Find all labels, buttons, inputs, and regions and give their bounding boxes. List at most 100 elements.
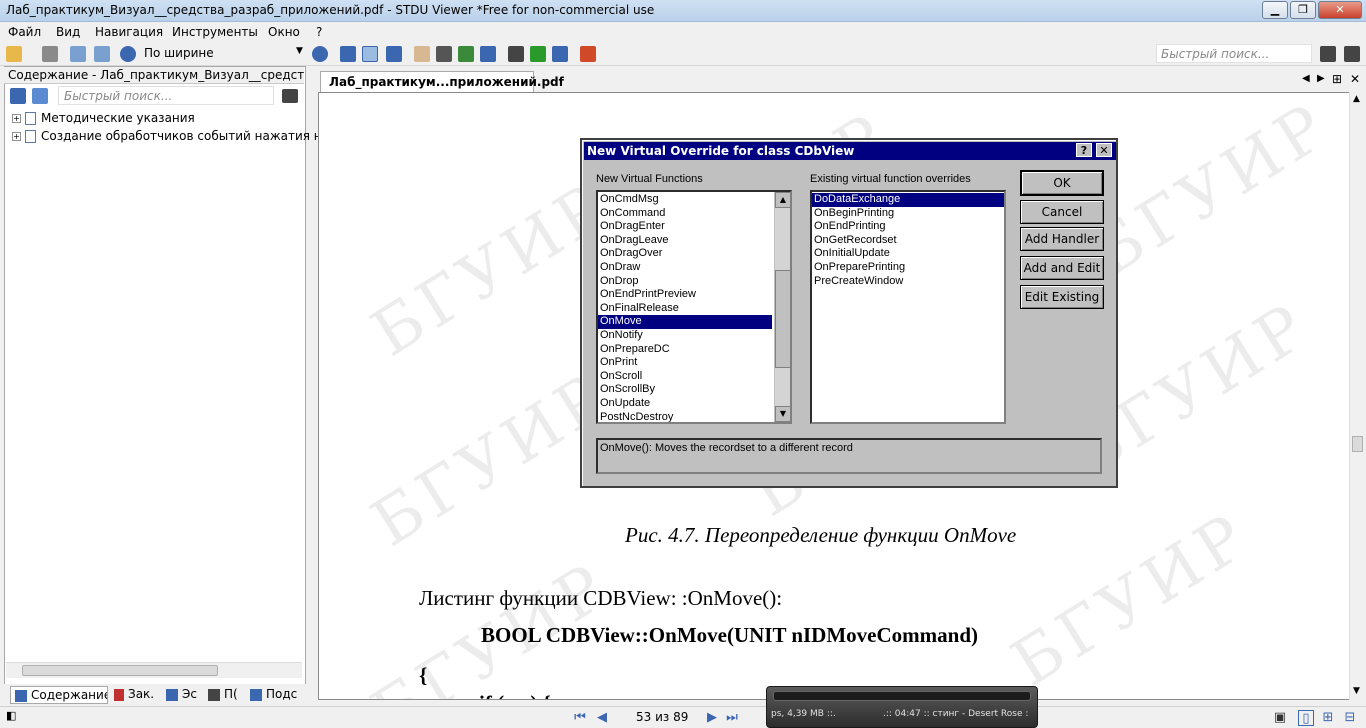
panel-toggle-icon[interactable]: ◧ — [6, 709, 16, 722]
scroll-down-icon[interactable]: ▼ — [1353, 686, 1360, 696]
player-seek-bar[interactable] — [773, 691, 1031, 701]
magnifier-icon[interactable] — [480, 46, 496, 62]
existing-overrides-list[interactable]: DoDataExchange OnBeginPrinting OnEndPrinti… — [810, 190, 1006, 424]
page-layout-icon[interactable] — [94, 46, 110, 62]
bookmark-pen-icon[interactable] — [580, 46, 596, 62]
zoom-select[interactable]: По ширине ▼ — [138, 45, 308, 63]
list-item[interactable]: OnEndPrintPreview — [598, 288, 772, 302]
list-item[interactable]: OnCmdMsg — [598, 193, 772, 207]
tab-thumbnails[interactable]: Эс — [164, 686, 202, 704]
swap-arrows-icon[interactable] — [530, 46, 546, 62]
plus-icon[interactable]: + — [12, 132, 21, 141]
tree-item[interactable]: + Создание обработчиков событий нажатия н… — [12, 129, 329, 143]
binoculars-icon[interactable] — [508, 46, 524, 62]
grid-page-icon[interactable]: ⊟ — [1342, 710, 1358, 726]
list-item[interactable]: PreCreateWindow — [812, 275, 1004, 289]
minimize-button[interactable]: ▁ — [1262, 1, 1288, 19]
tree-item[interactable]: + Методические указания — [12, 111, 195, 125]
menu-tools[interactable]: Инструменты — [172, 25, 258, 39]
list-item[interactable]: OnDragEnter — [598, 220, 772, 234]
sidebar-search-input[interactable]: Быстрый поиск... — [58, 86, 274, 105]
list-item[interactable]: OnDraw — [598, 261, 772, 275]
tab-contents[interactable]: Содержание — [10, 686, 108, 704]
tab-list-icon[interactable]: ⊞ — [1332, 72, 1342, 86]
fit-height-icon[interactable] — [386, 46, 402, 62]
close-button[interactable]: ✕ — [1318, 1, 1362, 19]
maximize-button[interactable]: ❐ — [1290, 1, 1316, 19]
add-and-edit-button[interactable]: Add and Edit — [1020, 256, 1104, 280]
list-item[interactable]: OnPrepareDC — [598, 343, 772, 357]
help-button[interactable]: ? — [1076, 143, 1092, 157]
fit-page-icon[interactable] — [340, 46, 356, 62]
list-item[interactable]: OnFinalRelease — [598, 302, 772, 316]
tab-bookmarks[interactable]: Зак. — [112, 686, 158, 704]
search-binoculars-icon[interactable] — [1320, 46, 1336, 62]
scroll-up-icon[interactable]: ▲ — [775, 192, 790, 208]
list-item[interactable]: OnPreparePrinting — [812, 261, 1004, 275]
scroll-thumb[interactable] — [22, 665, 218, 676]
menu-navigation[interactable]: Навигация — [95, 25, 163, 39]
scroll-thumb[interactable] — [1352, 436, 1363, 452]
scroll-thumb[interactable] — [775, 270, 790, 368]
list-item[interactable]: OnUpdate — [598, 397, 772, 411]
menu-help[interactable]: ? — [316, 25, 322, 39]
list-item[interactable]: OnBeginPrinting — [812, 207, 1004, 221]
list-item[interactable]: OnScrollBy — [598, 383, 772, 397]
list-item[interactable]: OnCommand — [598, 207, 772, 221]
list-item[interactable]: OnNotify — [598, 329, 772, 343]
first-page-button[interactable]: ⏮ — [572, 710, 588, 726]
list-item[interactable]: OnDragOver — [598, 247, 772, 261]
tab-document[interactable]: Лаб_практикум...приложений.pdf — [320, 71, 564, 92]
search-next-icon[interactable] — [1344, 46, 1360, 62]
open-folder-icon[interactable] — [6, 46, 22, 62]
tab-close-icon[interactable]: ✕ — [1350, 72, 1360, 86]
single-page-icon[interactable]: ▯ — [1298, 710, 1314, 726]
tree-sync-icon[interactable] — [32, 88, 48, 104]
next-page-button[interactable]: ▶ — [704, 710, 720, 726]
zoom-in-icon[interactable] — [312, 46, 328, 62]
zoom-out-icon[interactable] — [120, 46, 136, 62]
vertical-scrollbar[interactable]: ▲ ▼ — [1349, 92, 1364, 700]
ok-button[interactable]: OK — [1020, 170, 1104, 196]
quick-search-input[interactable]: Быстрый поиск... — [1156, 44, 1312, 63]
menu-view[interactable]: Вид — [56, 25, 80, 39]
list-item[interactable]: OnInitialUpdate — [812, 247, 1004, 261]
image-select-icon[interactable] — [458, 46, 474, 62]
hand-tool-icon[interactable] — [414, 46, 430, 62]
text-select-icon[interactable] — [436, 46, 452, 62]
page-indicator[interactable]: 53 из 89 — [636, 710, 688, 724]
two-page-icon[interactable]: ⊞ — [1320, 710, 1336, 726]
pages-icon[interactable] — [552, 46, 568, 62]
add-handler-button[interactable]: Add Handler — [1020, 227, 1104, 251]
list-item[interactable]: DoDataExchange — [812, 193, 1004, 207]
list-item[interactable]: OnPrint — [598, 356, 772, 370]
tab-prev-icon[interactable]: ◀ — [1302, 73, 1310, 84]
last-page-button[interactable]: ⏭ — [724, 710, 740, 726]
tree-expand-icon[interactable] — [10, 88, 26, 104]
menu-window[interactable]: Окно — [268, 25, 300, 39]
copy-page-icon[interactable] — [70, 46, 86, 62]
scroll-down-icon[interactable]: ▼ — [775, 406, 790, 422]
menu-file[interactable]: Файл — [8, 25, 41, 39]
new-functions-list[interactable]: OnCmdMsg OnCommand OnDragEnter OnDragLeave O… — [596, 190, 792, 424]
dialog-close-button[interactable]: ✕ — [1096, 143, 1112, 157]
edit-existing-button[interactable]: Edit Existing — [1020, 285, 1104, 309]
plus-icon[interactable]: + — [12, 114, 21, 123]
list-scrollbar[interactable]: ▲ ▼ — [774, 192, 790, 422]
fit-width-icon[interactable] — [362, 46, 378, 62]
list-item[interactable]: OnDrop — [598, 275, 772, 289]
list-item[interactable]: OnEndPrinting — [812, 220, 1004, 234]
list-item[interactable]: OnDragLeave — [598, 234, 772, 248]
media-player[interactable]: ps, 4,39 MB ::. .:: 04:47 :: стинг - Des… — [766, 686, 1038, 728]
list-item[interactable]: OnScroll — [598, 370, 772, 384]
print-icon[interactable] — [42, 46, 58, 62]
list-item[interactable]: PostNcDestroy — [598, 411, 772, 423]
horizontal-scrollbar[interactable] — [6, 662, 302, 678]
tab-next-icon[interactable]: ▶ — [1317, 73, 1325, 84]
list-item[interactable]: OnMove — [598, 315, 772, 329]
cancel-button[interactable]: Cancel — [1020, 200, 1104, 224]
sidebar-search-icon[interactable] — [282, 89, 298, 103]
prev-page-button[interactable]: ◀ — [594, 710, 610, 726]
scroll-up-icon[interactable]: ▲ — [1353, 94, 1360, 104]
list-item[interactable]: OnGetRecordset — [812, 234, 1004, 248]
